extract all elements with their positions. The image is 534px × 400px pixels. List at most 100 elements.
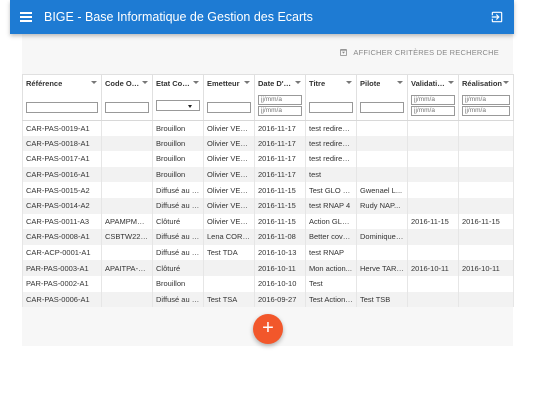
filter-input-pilote[interactable] [360,102,404,113]
table-row[interactable]: PAR-PAS-0003-A1 APAITPA-A... Clôturé 2016-1… [22,260,514,276]
column-header-reference[interactable]: Référence [22,74,102,91]
menu-icon[interactable] [20,12,32,22]
filter-cell-realisation [458,90,514,121]
filter-cell-etat [152,90,204,121]
chevron-down-icon[interactable] [397,81,403,84]
filter-input-emetteur[interactable] [207,102,251,113]
column-header-etat[interactable]: Etat Courant [152,74,204,91]
table-row[interactable]: PAR-PAS-0002-A1 Brouillon 2016-10-10 Test [22,275,514,292]
table-row[interactable]: CAR-PAS-0006-A1 Diffusé au piloteTest TSA… [22,291,514,308]
exit-icon[interactable] [490,10,504,24]
table-row[interactable]: CAR-PAS-0016-A1 BrouillonOlivier VERDIER2… [22,166,514,183]
column-header-date[interactable]: Date D'Ouverture [254,74,306,91]
show-search-criteria-button[interactable]: AFFICHER CRITÈRES DE RECHERCHE [339,48,499,57]
chevron-down-icon[interactable] [142,81,148,84]
table-row[interactable]: CAR-PAS-0018-A1 BrouillonOlivier VERDIER2… [22,135,514,152]
column-header-label: Titre [309,78,326,88]
date-filter-validation-from[interactable] [411,94,455,105]
chevron-down-icon[interactable] [448,81,454,84]
date-filter-date-from[interactable] [258,94,302,105]
date-filter-realisation-from[interactable] [462,94,510,105]
cell-validation [407,197,459,214]
chevron-down-icon[interactable] [193,81,199,84]
cell-titre: test redirection [305,120,357,136]
filter-input-titre[interactable] [309,102,353,113]
cell-realisation: 2016-11-15 [458,213,514,230]
cell-validation [407,120,459,136]
column-header-code_objet[interactable]: Code Objet [101,74,153,91]
table-row[interactable]: CAR-PAS-0014-A2 Diffusé au piloteOlivier … [22,197,514,214]
cell-emetteur: Test TDA [203,244,255,261]
cell-etat: Diffusé au pilote [152,291,204,308]
cell-code_objet [101,182,153,198]
cell-validation [407,135,459,152]
cell-validation [407,275,459,292]
table-row[interactable]: CAR-PAS-0015-A2 Diffusé au piloteOlivier … [22,182,514,198]
date-filter-realisation-to[interactable] [462,105,510,116]
cell-reference: CAR-PAS-0015-A2 [22,182,102,198]
chevron-down-icon[interactable] [346,81,352,84]
results-table: Référence Code Objet Etat Courant Emetteur D… [22,74,514,308]
cell-pilote: Dominique ... [356,229,408,245]
cell-pilote [356,135,408,152]
column-header-label: Date D'Ouverture [258,78,294,88]
filter-cell-validation [407,90,459,121]
cell-titre: test RNAP 4 [305,197,357,214]
date-filter-date-to[interactable] [258,105,302,116]
filter-input-reference[interactable] [26,102,98,113]
column-header-pilote[interactable]: Pilote [356,74,408,91]
filter-select-etat[interactable] [156,99,200,111]
cell-titre: Action GLO... [305,213,357,230]
cell-reference: CAR-PAS-0017-A1 [22,151,102,167]
cell-emetteur: Test TSA [203,291,255,308]
date-filter-validation-to[interactable] [411,105,455,116]
chevron-down-icon[interactable] [503,81,509,84]
cell-realisation [458,166,514,183]
table-row[interactable]: CAR-PAS-0008-A1 CSBTW22-... Diffusé au pil… [22,229,514,245]
column-header-emetteur[interactable]: Emetteur [203,74,255,91]
cell-titre: test RNAP [305,244,357,261]
cell-realisation [458,182,514,198]
table-row[interactable]: CAR-PAS-0019-A1 BrouillonOlivier VERDIER2… [22,120,514,136]
column-header-validation[interactable]: Validation Action [407,74,459,91]
table-row[interactable]: CAR-PAS-0011-A3 APAMPMB-... Clôturé Olivier… [22,213,514,230]
cell-realisation [458,229,514,245]
content-panel: AFFICHER CRITÈRES DE RECHERCHE Référence… [22,34,514,346]
column-header-label: Code Objet [105,78,141,88]
cell-etat: Clôturé [152,213,204,230]
cell-etat: Clôturé [152,260,204,276]
table-row[interactable]: CAR-PAS-0017-A1 BrouillonOlivier VERDIER2… [22,151,514,167]
cell-pilote [356,244,408,261]
filter-input-code_objet[interactable] [105,102,149,113]
chevron-down-icon[interactable] [244,81,250,84]
cell-code_objet [101,275,153,292]
table-row[interactable]: CAR-ACP-0001-A1 Diffusé au piloteTest TDA… [22,244,514,261]
cell-validation: 2016-11-15 [407,213,459,230]
cell-pilote [356,151,408,167]
chevron-down-icon[interactable] [91,81,97,84]
cell-emetteur: Olivier VERDIER [203,166,255,183]
cell-validation [407,166,459,183]
cell-code_objet [101,244,153,261]
cell-code_objet [101,120,153,136]
filter-cell-date [254,90,306,121]
cell-pilote: Test TSB [356,291,408,308]
chevron-down-icon[interactable] [295,81,301,84]
column-header-titre[interactable]: Titre [305,74,357,91]
cell-date: 2016-09-27 [254,291,306,308]
cell-titre: Test GLO 1... [305,182,357,198]
cell-pilote [356,275,408,292]
cell-date: 2016-10-10 [254,275,306,292]
cell-validation: 2016-10-11 [407,260,459,276]
column-header-label: Etat Courant [156,78,192,88]
column-header-realisation[interactable]: Réalisation [458,74,514,91]
cell-etat: Diffusé au pilote [152,182,204,198]
cell-reference: CAR-PAS-0006-A1 [22,291,102,308]
cell-realisation [458,135,514,152]
add-button[interactable]: + [253,314,283,344]
cell-pilote: Rudy NAP... [356,197,408,214]
cell-code_objet: CSBTW22-... [101,229,153,245]
app-title: BIGE - Base Informatique de Gestion des … [44,10,313,24]
cell-etat: Brouillon [152,151,204,167]
column-header-label: Pilote [360,78,381,88]
